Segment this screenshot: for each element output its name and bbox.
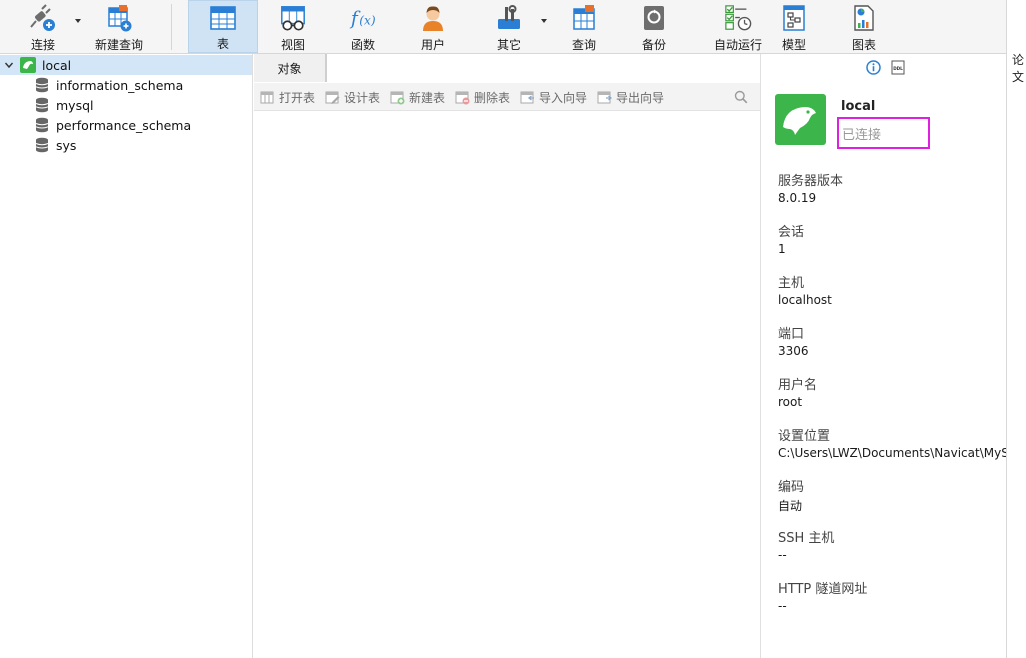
- database-icon: [35, 97, 49, 113]
- prop-label-username: 用户名: [778, 378, 818, 393]
- prop-value-ssh-host: --: [778, 548, 787, 562]
- chart-icon: [850, 2, 878, 32]
- tree-database-item[interactable]: information_schema: [0, 75, 252, 95]
- model-icon: [780, 2, 808, 32]
- prop-value-http-tunnel-url: --: [778, 599, 787, 613]
- background-window-edge: [1006, 0, 1026, 658]
- delete-table-button[interactable]: 删除表: [455, 88, 510, 106]
- tree-connection-local[interactable]: local: [0, 55, 252, 75]
- tools-icon: [495, 2, 523, 32]
- prop-label-settings-location: 设置位置: [778, 429, 831, 444]
- export-wizard-icon: [597, 91, 612, 103]
- prop-label-http-tunnel-url: HTTP 隧道网址: [778, 582, 868, 597]
- database-icon: [35, 137, 49, 153]
- plug-icon: [29, 2, 57, 32]
- design-table-icon: [325, 91, 340, 104]
- schedule-checklist-icon: [724, 2, 752, 32]
- design-table-button[interactable]: 设计表: [325, 88, 380, 106]
- open-table-button[interactable]: 打开表: [260, 88, 315, 106]
- ddl-icon[interactable]: DDL: [891, 60, 905, 75]
- tree-expand-chevron-icon[interactable]: [4, 60, 14, 70]
- new-table-icon: [390, 91, 405, 104]
- prop-value-sessions: 1: [778, 242, 786, 256]
- connect-dropdown-caret-icon[interactable]: [74, 18, 82, 24]
- model-button[interactable]: 模型: [763, 0, 825, 53]
- table-icon: [209, 3, 237, 31]
- info-icon[interactable]: [866, 60, 881, 75]
- prop-label-server-version: 服务器版本: [778, 174, 844, 189]
- new-query-button[interactable]: 新建查询: [88, 0, 150, 53]
- connection-status: 已连接: [837, 117, 930, 149]
- database-icon: [35, 117, 49, 133]
- svg-text:(x): (x): [359, 14, 376, 28]
- database-icon: [35, 77, 49, 93]
- prop-value-settings-location: C:\Users\LWZ\Documents\Navicat\MyS: [778, 446, 1006, 460]
- query-button[interactable]: 查询: [553, 0, 615, 53]
- prop-value-encoding: 自动: [778, 499, 803, 513]
- prop-value-server-version: 8.0.19: [778, 191, 817, 205]
- prop-label-host: 主机: [778, 276, 805, 291]
- user-icon: [419, 2, 447, 32]
- delete-table-icon: [455, 91, 470, 104]
- prop-label-sessions: 会话: [778, 225, 805, 240]
- others-dropdown-caret-icon[interactable]: [540, 18, 548, 24]
- tab-bar-empty-area: [326, 54, 760, 82]
- mysql-dolphin-logo-icon: [775, 94, 826, 145]
- view-button[interactable]: 视图: [262, 0, 324, 53]
- user-button[interactable]: 用户: [402, 0, 464, 53]
- connection-info-panel: DDL local 已连接 服务器版本 8.0.19 会话 1 主机 local…: [760, 54, 1006, 658]
- connect-button[interactable]: 连接: [18, 0, 68, 53]
- connection-name: local: [841, 99, 876, 114]
- others-button[interactable]: 其它: [478, 0, 540, 53]
- prop-label-ssh-host: SSH 主机: [778, 531, 835, 546]
- tree-database-item[interactable]: performance_schema: [0, 115, 252, 135]
- tab-objects[interactable]: 对象: [254, 54, 326, 82]
- prop-label-port: 端口: [778, 327, 805, 342]
- mysql-connection-icon: [20, 57, 36, 73]
- new-table-button[interactable]: 新建表: [390, 88, 445, 106]
- export-wizard-button[interactable]: 导出向导: [597, 88, 664, 106]
- tree-database-item[interactable]: sys: [0, 135, 252, 155]
- view-icon: [279, 2, 307, 32]
- function-button[interactable]: f (x) 函数: [332, 0, 394, 53]
- new-query-icon: [105, 2, 133, 32]
- prop-value-port: 3306: [778, 344, 809, 358]
- backup-button[interactable]: 备份: [623, 0, 685, 53]
- tree-database-item[interactable]: mysql: [0, 95, 252, 115]
- function-icon: f (x): [349, 2, 377, 32]
- object-action-bar: 打开表 设计表 新建表 删除表 导入向导 导出向导: [254, 83, 760, 111]
- object-list-area[interactable]: [254, 111, 760, 658]
- table-button[interactable]: 表: [188, 0, 258, 53]
- object-tab-bar: 对象: [254, 54, 760, 82]
- background-window-text: 论文: [1012, 53, 1025, 84]
- prop-value-host: localhost: [778, 293, 832, 307]
- search-icon[interactable]: [734, 90, 748, 104]
- prop-value-username: root: [778, 395, 803, 409]
- svg-text:DDL: DDL: [893, 66, 903, 71]
- query-icon: [570, 2, 598, 32]
- import-wizard-icon: [520, 91, 534, 103]
- open-table-icon: [260, 91, 274, 103]
- toolbar-separator: [171, 4, 172, 50]
- main-toolbar: 连接 新建查询 表 视图 f (x) 函数 用户 其它 查询 备份 自动运行 模…: [0, 0, 1006, 54]
- navigation-tree: local information_schema mysql performan…: [0, 54, 253, 658]
- chart-button[interactable]: 图表: [833, 0, 895, 53]
- import-wizard-button[interactable]: 导入向导: [520, 88, 587, 106]
- prop-label-encoding: 编码: [778, 480, 805, 495]
- backup-icon: [640, 2, 668, 32]
